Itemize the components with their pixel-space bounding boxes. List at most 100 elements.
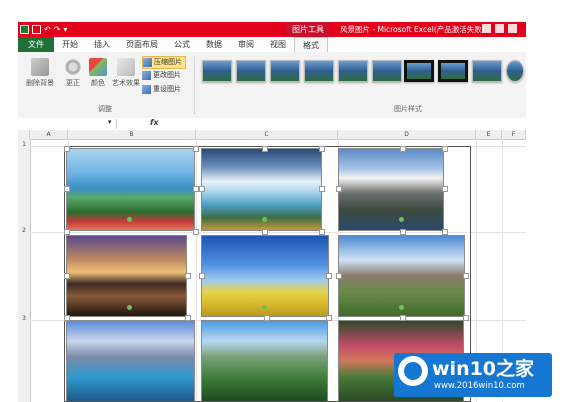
remove-background-label: 删除背景 <box>26 79 54 87</box>
row-header[interactable]: 1 <box>18 141 30 148</box>
resize-handle[interactable] <box>463 273 469 279</box>
tab-formulas[interactable]: 公式 <box>166 37 198 52</box>
resize-handle[interactable] <box>64 186 70 192</box>
picture-style-simple-frame[interactable] <box>202 60 232 82</box>
rotate-handle[interactable] <box>262 217 267 222</box>
resize-handle[interactable] <box>64 273 70 279</box>
resize-handle[interactable] <box>262 229 268 235</box>
artistic-effects-button[interactable]: 艺术效果 <box>111 58 141 88</box>
picture-style-rounded[interactable] <box>304 60 334 82</box>
resize-handle[interactable] <box>326 315 332 321</box>
reset-picture-button[interactable]: 重设图片 <box>142 84 181 95</box>
artistic-effects-label: 艺术效果 <box>112 79 140 87</box>
tab-format[interactable]: 格式 <box>294 37 328 52</box>
resize-handle[interactable] <box>319 146 325 152</box>
picture-style-thick-black[interactable] <box>404 60 434 82</box>
column-header[interactable]: A <box>30 130 68 139</box>
compress-pictures-button[interactable]: 压缩图片 <box>142 56 186 69</box>
column-header[interactable]: D <box>338 130 476 139</box>
resize-handle[interactable] <box>185 315 191 321</box>
corrections-button[interactable]: 更正 <box>62 58 84 88</box>
picture-tools-context-label: 图片工具 <box>286 22 330 37</box>
rotate-handle[interactable] <box>127 305 132 310</box>
resize-handle[interactable] <box>193 146 199 152</box>
maximize-icon[interactable] <box>495 24 504 33</box>
resize-handle[interactable] <box>199 186 205 192</box>
picture-style-oval[interactable] <box>506 60 524 82</box>
rotate-handle[interactable] <box>399 305 404 310</box>
color-button[interactable]: 颜色 <box>87 58 109 88</box>
tab-insert[interactable]: 插入 <box>86 37 118 52</box>
tab-home[interactable]: 开始 <box>54 37 86 52</box>
resize-handle[interactable] <box>400 146 406 152</box>
picture-style-reflected[interactable] <box>338 60 368 82</box>
excel-app-icon <box>20 25 29 34</box>
row-header[interactable]: 3 <box>18 315 30 322</box>
resize-handle[interactable] <box>336 186 342 192</box>
resize-handle[interactable] <box>336 273 342 279</box>
resize-handle[interactable] <box>442 186 448 192</box>
resize-handle[interactable] <box>442 146 448 152</box>
picture-style-soft-edge[interactable] <box>372 60 402 82</box>
resize-handle[interactable] <box>64 315 70 321</box>
tab-page-layout[interactable]: 页面布局 <box>118 37 166 52</box>
minimize-icon[interactable] <box>482 24 491 33</box>
undo-icon[interactable]: ↶ <box>44 25 51 34</box>
column-header[interactable]: F <box>502 130 526 139</box>
reset-picture-label: 重设图片 <box>153 85 181 93</box>
customize-qat-icon[interactable]: ▾ <box>63 25 67 34</box>
resize-handle[interactable] <box>400 229 406 235</box>
tab-data[interactable]: 数据 <box>198 37 230 52</box>
close-icon[interactable] <box>508 24 517 33</box>
name-box-dropdown-icon[interactable]: ▾ <box>108 118 112 126</box>
remove-background-button[interactable]: 删除背景 <box>22 58 58 88</box>
change-picture-button[interactable]: 更改图片 <box>142 70 181 81</box>
resize-handle[interactable] <box>64 229 70 235</box>
tab-view[interactable]: 视图 <box>262 37 294 52</box>
change-picture-icon <box>142 71 151 80</box>
resize-handle[interactable] <box>319 229 325 235</box>
select-all-corner[interactable] <box>18 130 30 139</box>
tab-review[interactable]: 审阅 <box>230 37 262 52</box>
picture-style-black-matte[interactable] <box>438 60 468 82</box>
row-header[interactable]: 2 <box>18 227 30 234</box>
resize-handle[interactable] <box>193 229 199 235</box>
resize-handle[interactable] <box>326 273 332 279</box>
picture-style-beveled[interactable] <box>236 60 266 82</box>
resize-handle[interactable] <box>400 315 406 321</box>
redo-icon[interactable]: ↷ <box>54 25 61 34</box>
rotate-handle[interactable] <box>262 305 267 310</box>
picture-style-drop-shadow[interactable] <box>270 60 300 82</box>
change-picture-label: 更改图片 <box>153 71 181 79</box>
artistic-effects-icon <box>117 58 135 76</box>
resize-handle[interactable] <box>64 146 70 152</box>
rotate-handle[interactable] <box>399 217 404 222</box>
group-separator <box>194 56 195 114</box>
resize-handle[interactable] <box>185 273 191 279</box>
name-box[interactable] <box>18 119 117 129</box>
color-icon <box>89 58 107 76</box>
rotate-handle[interactable] <box>127 217 132 222</box>
reset-picture-icon <box>142 85 151 94</box>
resize-handle[interactable] <box>199 273 205 279</box>
resize-handle[interactable] <box>319 186 325 192</box>
resize-handle[interactable] <box>264 315 270 321</box>
resize-handle[interactable] <box>262 146 268 152</box>
window-controls <box>482 24 517 33</box>
picture-styles-group-label: 图片样式 <box>394 105 422 113</box>
ribbon-tabs: 文件 开始 插入 页面布局 公式 数据 审阅 视图 格式 <box>18 37 526 52</box>
window-title: 风景图片 - Microsoft Excel(产品激活失败) <box>340 25 485 34</box>
remove-background-icon <box>31 58 49 76</box>
column-header[interactable]: E <box>476 130 502 139</box>
resize-handle[interactable] <box>463 315 469 321</box>
column-header[interactable]: B <box>68 130 196 139</box>
picture-style-metal[interactable] <box>472 60 502 82</box>
color-label: 颜色 <box>91 79 105 87</box>
insert-function-icon[interactable]: fx <box>150 118 159 127</box>
resize-handle[interactable] <box>442 229 448 235</box>
save-icon[interactable] <box>32 25 41 34</box>
tab-file[interactable]: 文件 <box>18 37 54 52</box>
column-header[interactable]: C <box>196 130 338 139</box>
row-headers: 1 2 3 <box>18 139 31 402</box>
win10-logo-inner <box>404 362 422 380</box>
